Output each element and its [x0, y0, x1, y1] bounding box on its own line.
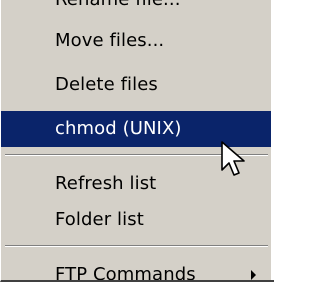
menu-item-label: Rename file...	[55, 0, 181, 10]
menu-item-folder-list[interactable]: Folder list	[1, 202, 272, 238]
menu-item-label: Delete files	[55, 74, 158, 95]
menu-item-label: FTP Commands	[55, 264, 196, 282]
menu-separator	[5, 245, 268, 247]
menu-item-label: Move files...	[55, 30, 165, 51]
menu-item-ftp-commands[interactable]: FTP Commands	[1, 257, 272, 282]
menu-item-label: chmod (UNIX)	[55, 118, 182, 139]
menu-item-move-files[interactable]: Move files...	[1, 23, 272, 59]
menu-item-label: Folder list	[55, 209, 144, 230]
menu-item-label: Refresh list	[55, 173, 157, 194]
menu-item-delete-files[interactable]: Delete files	[1, 67, 272, 103]
submenu-arrow-icon	[251, 270, 256, 280]
arrow-cursor-icon	[221, 141, 245, 176]
menu-item-rename-file[interactable]: Rename file...	[1, 0, 272, 18]
